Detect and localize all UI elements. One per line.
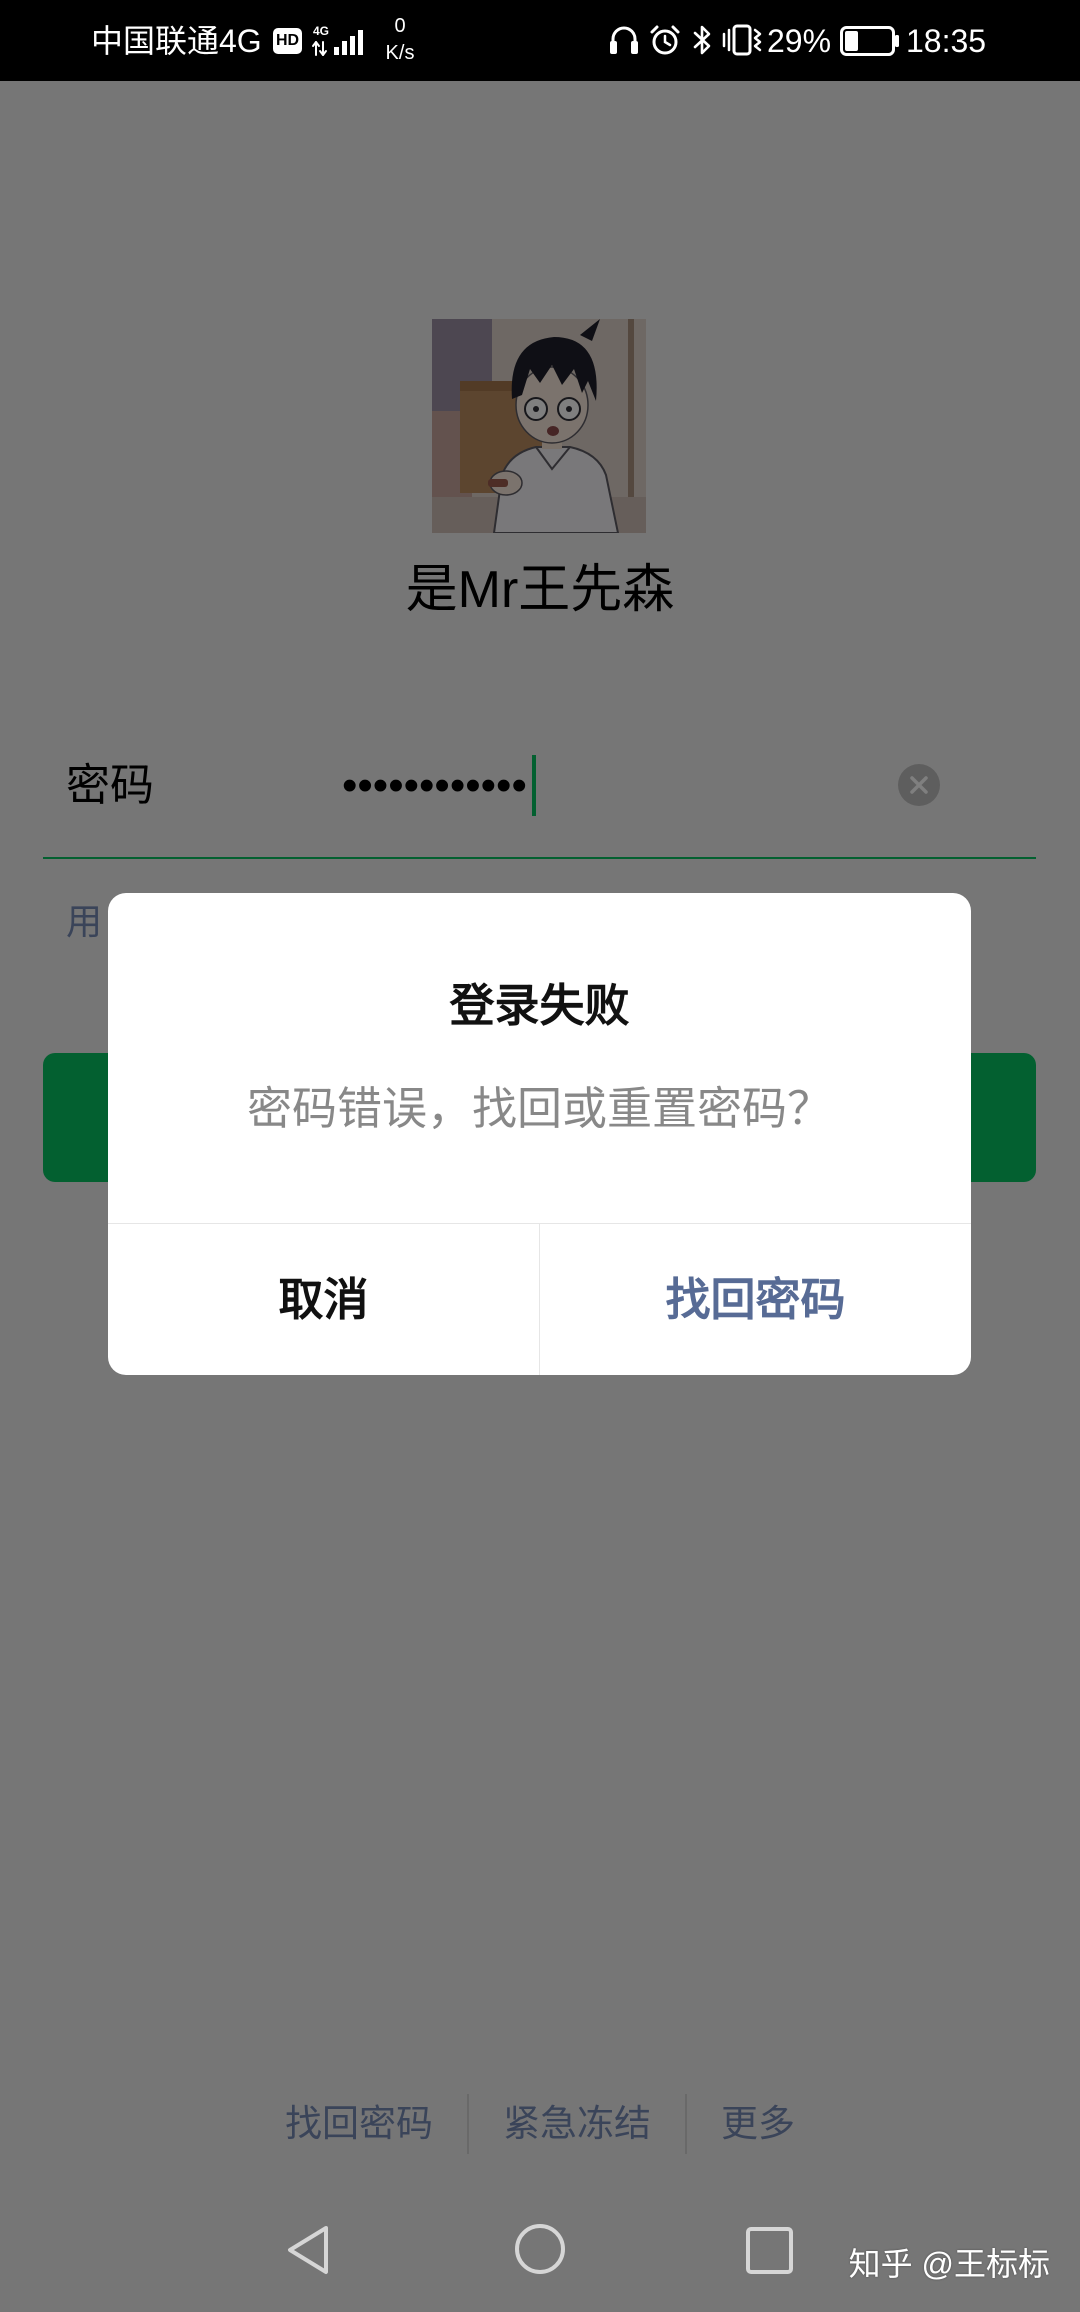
dialog-recover-password-button[interactable]: 找回密码 xyxy=(540,1224,971,1375)
alarm-icon xyxy=(650,25,680,55)
nav-back-button[interactable] xyxy=(286,2224,330,2276)
bluetooth-icon xyxy=(693,25,711,55)
net-speed-unit: K/s xyxy=(385,42,415,64)
data-activity-icon xyxy=(312,41,327,56)
carrier-name: 中国联通4G xyxy=(91,23,262,59)
status-bar: 中国联通4G HD 4G 0 K/s 29% 18:35 xyxy=(0,0,1080,81)
dialog-message: 密码错误，找回或重置密码？ xyxy=(246,1083,832,1134)
hd-icon: HD xyxy=(273,28,302,54)
signal-bars-icon xyxy=(334,30,363,55)
nav-recents-button[interactable] xyxy=(746,2227,793,2274)
signal-icon: 4G xyxy=(312,24,363,56)
net-speed-value: 0 xyxy=(394,15,406,37)
dialog-title: 登录失败 xyxy=(449,980,630,1031)
network-speed: 0 K/s xyxy=(376,13,424,67)
back-icon xyxy=(288,2226,328,2274)
battery-icon xyxy=(840,26,899,56)
headset-icon xyxy=(610,26,638,54)
network-type-label: 4G xyxy=(313,24,329,38)
nav-home-button[interactable] xyxy=(514,2223,566,2275)
recents-icon xyxy=(746,2227,793,2274)
watermark: 知乎 @王标标 xyxy=(848,2246,1050,2282)
clock: 18:35 xyxy=(906,23,987,59)
home-icon xyxy=(515,2224,565,2274)
vibrate-icon xyxy=(722,24,762,56)
login-failed-dialog: 登录失败 密码错误，找回或重置密码？ 取消 找回密码 xyxy=(108,893,971,1375)
battery-percent: 29% xyxy=(767,23,832,59)
dialog-cancel-button[interactable]: 取消 xyxy=(108,1224,539,1375)
battery-level-fill xyxy=(845,31,858,51)
